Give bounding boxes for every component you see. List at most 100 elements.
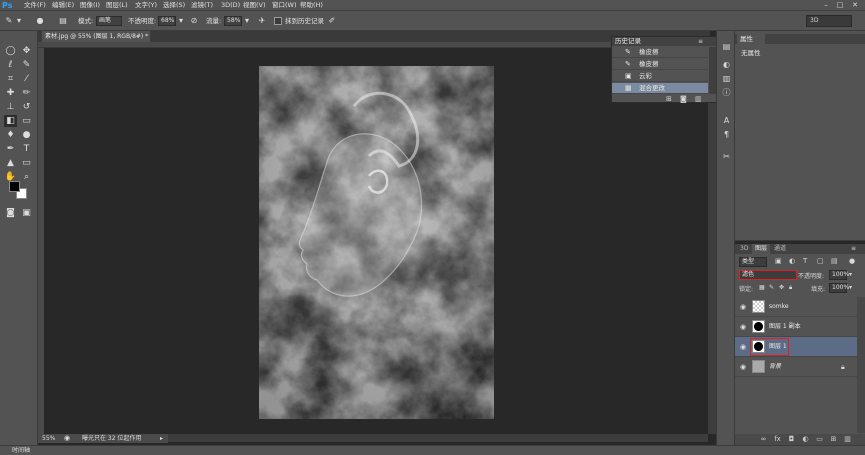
lock-position-icon[interactable]: ✥ <box>779 284 784 291</box>
mode-select[interactable]: 画笔 <box>96 16 122 26</box>
link-layers-icon[interactable]: ∞ <box>759 435 768 444</box>
tools-icon[interactable]: ✂ <box>720 151 733 163</box>
tab-layers[interactable]: 图层 <box>752 244 771 254</box>
chevron-down-icon[interactable]: ▾ <box>849 284 852 291</box>
paragraph-icon[interactable]: ¶ <box>720 129 733 141</box>
filter-toggle-icon[interactable]: ● <box>849 257 855 265</box>
info-icon[interactable]: ⓘ <box>720 87 733 99</box>
trash-icon[interactable]: ▥ <box>695 95 702 103</box>
panel-menu-icon[interactable]: ≡ <box>851 244 856 254</box>
zoom-tool-icon[interactable]: ⌕ <box>20 171 33 183</box>
type-tool-icon[interactable]: T <box>20 143 33 155</box>
menu-image[interactable]: 图像(I) <box>80 0 100 11</box>
panel-menu-icon[interactable]: ≡ <box>698 37 703 46</box>
new-layer-icon[interactable]: ⊞ <box>829 435 838 444</box>
layer-filter-select[interactable]: 类型 <box>739 257 767 267</box>
tab-channels[interactable]: 通道 <box>771 244 789 254</box>
visibility-eye-icon[interactable]: ◉ <box>739 323 747 331</box>
adjustment-layer-icon[interactable]: ◐ <box>801 435 810 444</box>
workspace-select[interactable]: 3D <box>806 15 852 27</box>
quick-select-tool-icon[interactable]: ✎ <box>20 59 33 71</box>
snapshot-icon[interactable]: ◙ <box>680 95 687 103</box>
quick-mask-icon[interactable]: ◙ <box>4 207 17 219</box>
gradient-tool-icon[interactable]: ▭ <box>20 115 33 127</box>
layer-row[interactable]: ◉ 图层 1 副本 <box>735 317 857 337</box>
marquee-tool-icon[interactable]: ◯ <box>4 45 17 57</box>
opacity-field[interactable]: 68% <box>158 16 176 26</box>
airbrush-icon[interactable]: ✈ <box>257 16 267 26</box>
blend-mode-select[interactable]: 滤色 <box>739 270 797 280</box>
visibility-eye-icon[interactable]: ◉ <box>739 363 747 371</box>
move-tool-icon[interactable]: ✥ <box>20 45 33 57</box>
menu-edit[interactable]: 编辑(E) <box>52 0 74 11</box>
path-select-tool-icon[interactable]: ▲ <box>4 157 17 169</box>
fill-field[interactable]: 100% <box>829 283 849 293</box>
pressure-size-icon[interactable]: ✐ <box>327 16 337 26</box>
horizontal-scrollbar[interactable] <box>168 434 708 442</box>
chevron-down-icon[interactable]: ▾ <box>242 16 252 26</box>
menu-filter[interactable]: 滤镜(T) <box>191 0 213 11</box>
share-icon[interactable]: ◉ <box>64 434 70 443</box>
document-tab[interactable]: 素材.jpg @ 55% (图层 1, RGB/8#) * <box>42 31 150 42</box>
pixel-filter-icon[interactable]: ▣ <box>775 257 782 265</box>
history-item-selected[interactable]: ▦ 混合更改 <box>612 83 708 94</box>
history-item[interactable]: ▣ 云彩 <box>612 71 708 82</box>
blur-tool-icon[interactable]: ♦ <box>4 129 17 141</box>
menu-view[interactable]: 视图(V) <box>243 0 266 11</box>
character-icon[interactable]: A <box>720 115 733 127</box>
chevron-down-icon[interactable]: ▾ <box>14 16 24 26</box>
minimize-icon[interactable]: – <box>821 1 831 10</box>
eyedropper-tool-icon[interactable]: ⁄ <box>20 73 33 85</box>
properties-tab[interactable]: 属性 <box>737 34 765 44</box>
layer-row[interactable]: ◉ somke <box>735 297 857 317</box>
add-mask-icon[interactable]: ◘ <box>787 435 796 444</box>
menu-window[interactable]: 窗口(W) <box>272 0 297 11</box>
menu-type[interactable]: 文字(Y) <box>135 0 157 11</box>
close-icon[interactable]: ✕ <box>850 1 860 10</box>
foreground-color-swatch[interactable] <box>9 181 20 192</box>
layers-scrollbar[interactable] <box>857 297 865 433</box>
adjustment-filter-icon[interactable]: ◐ <box>789 257 795 265</box>
pressure-opacity-icon[interactable]: ⊘ <box>189 16 199 26</box>
lock-pixels-icon[interactable]: ✎ <box>769 284 774 291</box>
lasso-tool-icon[interactable]: ℓ <box>4 59 17 71</box>
layer-row-selected[interactable]: ◉ 图层 1 <box>735 337 857 357</box>
chevron-down-icon[interactable]: ▾ <box>849 271 852 278</box>
stamp-tool-icon[interactable]: ⊥ <box>4 101 17 113</box>
lock-all-icon[interactable]: 🔒︎ <box>789 284 792 292</box>
eraser-tool-icon[interactable]: ◧ <box>4 115 17 127</box>
healing-tool-icon[interactable]: ✚ <box>4 87 17 99</box>
maximize-icon[interactable]: □ <box>835 1 845 10</box>
shape-filter-icon[interactable]: ▢ <box>817 257 824 265</box>
tab-3d[interactable]: 3D <box>737 244 751 254</box>
flow-field[interactable]: 58% <box>224 16 242 26</box>
new-group-icon[interactable]: ▭ <box>815 435 824 444</box>
layer-opacity-field[interactable]: 100% <box>829 270 849 280</box>
shape-tool-icon[interactable]: ▭ <box>20 157 33 169</box>
crop-tool-icon[interactable]: ⌗ <box>4 73 17 85</box>
status-menu-icon[interactable]: ▸ <box>160 434 163 443</box>
menu-file[interactable]: 文件(F) <box>24 0 46 11</box>
trash-icon[interactable]: ▥ <box>843 435 852 444</box>
history-brush-tool-icon[interactable]: ↺ <box>20 101 33 113</box>
lock-transparency-icon[interactable]: ▦ <box>759 284 765 291</box>
history-panel-icon[interactable]: ▤ <box>720 41 733 53</box>
menu-help[interactable]: 帮助(H) <box>300 0 323 11</box>
brush-tool-icon[interactable]: ✏ <box>20 87 33 99</box>
brush-preset-icon[interactable]: ● <box>35 16 45 26</box>
new-document-icon[interactable]: ⊞ <box>666 95 672 103</box>
pen-tool-icon[interactable]: ✒ <box>4 143 17 155</box>
properties-icon[interactable]: ▥ <box>720 73 733 85</box>
zoom-level[interactable]: 55% <box>42 434 55 443</box>
smart-filter-icon[interactable]: ▤ <box>831 257 838 265</box>
history-panel-title[interactable]: 历史记录 <box>615 37 641 46</box>
visibility-eye-icon[interactable]: ◉ <box>739 303 747 311</box>
brush-panel-icon[interactable]: ▤ <box>58 16 68 26</box>
adjustments-icon[interactable]: ◐ <box>720 59 733 71</box>
visibility-eye-icon[interactable]: ◉ <box>739 343 747 351</box>
screen-mode-icon[interactable]: ▣ <box>20 207 33 219</box>
history-item[interactable]: ✎ 橡皮擦 <box>612 47 708 58</box>
layer-style-icon[interactable]: fx <box>773 435 782 444</box>
history-scrollbar[interactable] <box>709 47 716 94</box>
menu-3d[interactable]: 3D(D) <box>221 0 240 11</box>
